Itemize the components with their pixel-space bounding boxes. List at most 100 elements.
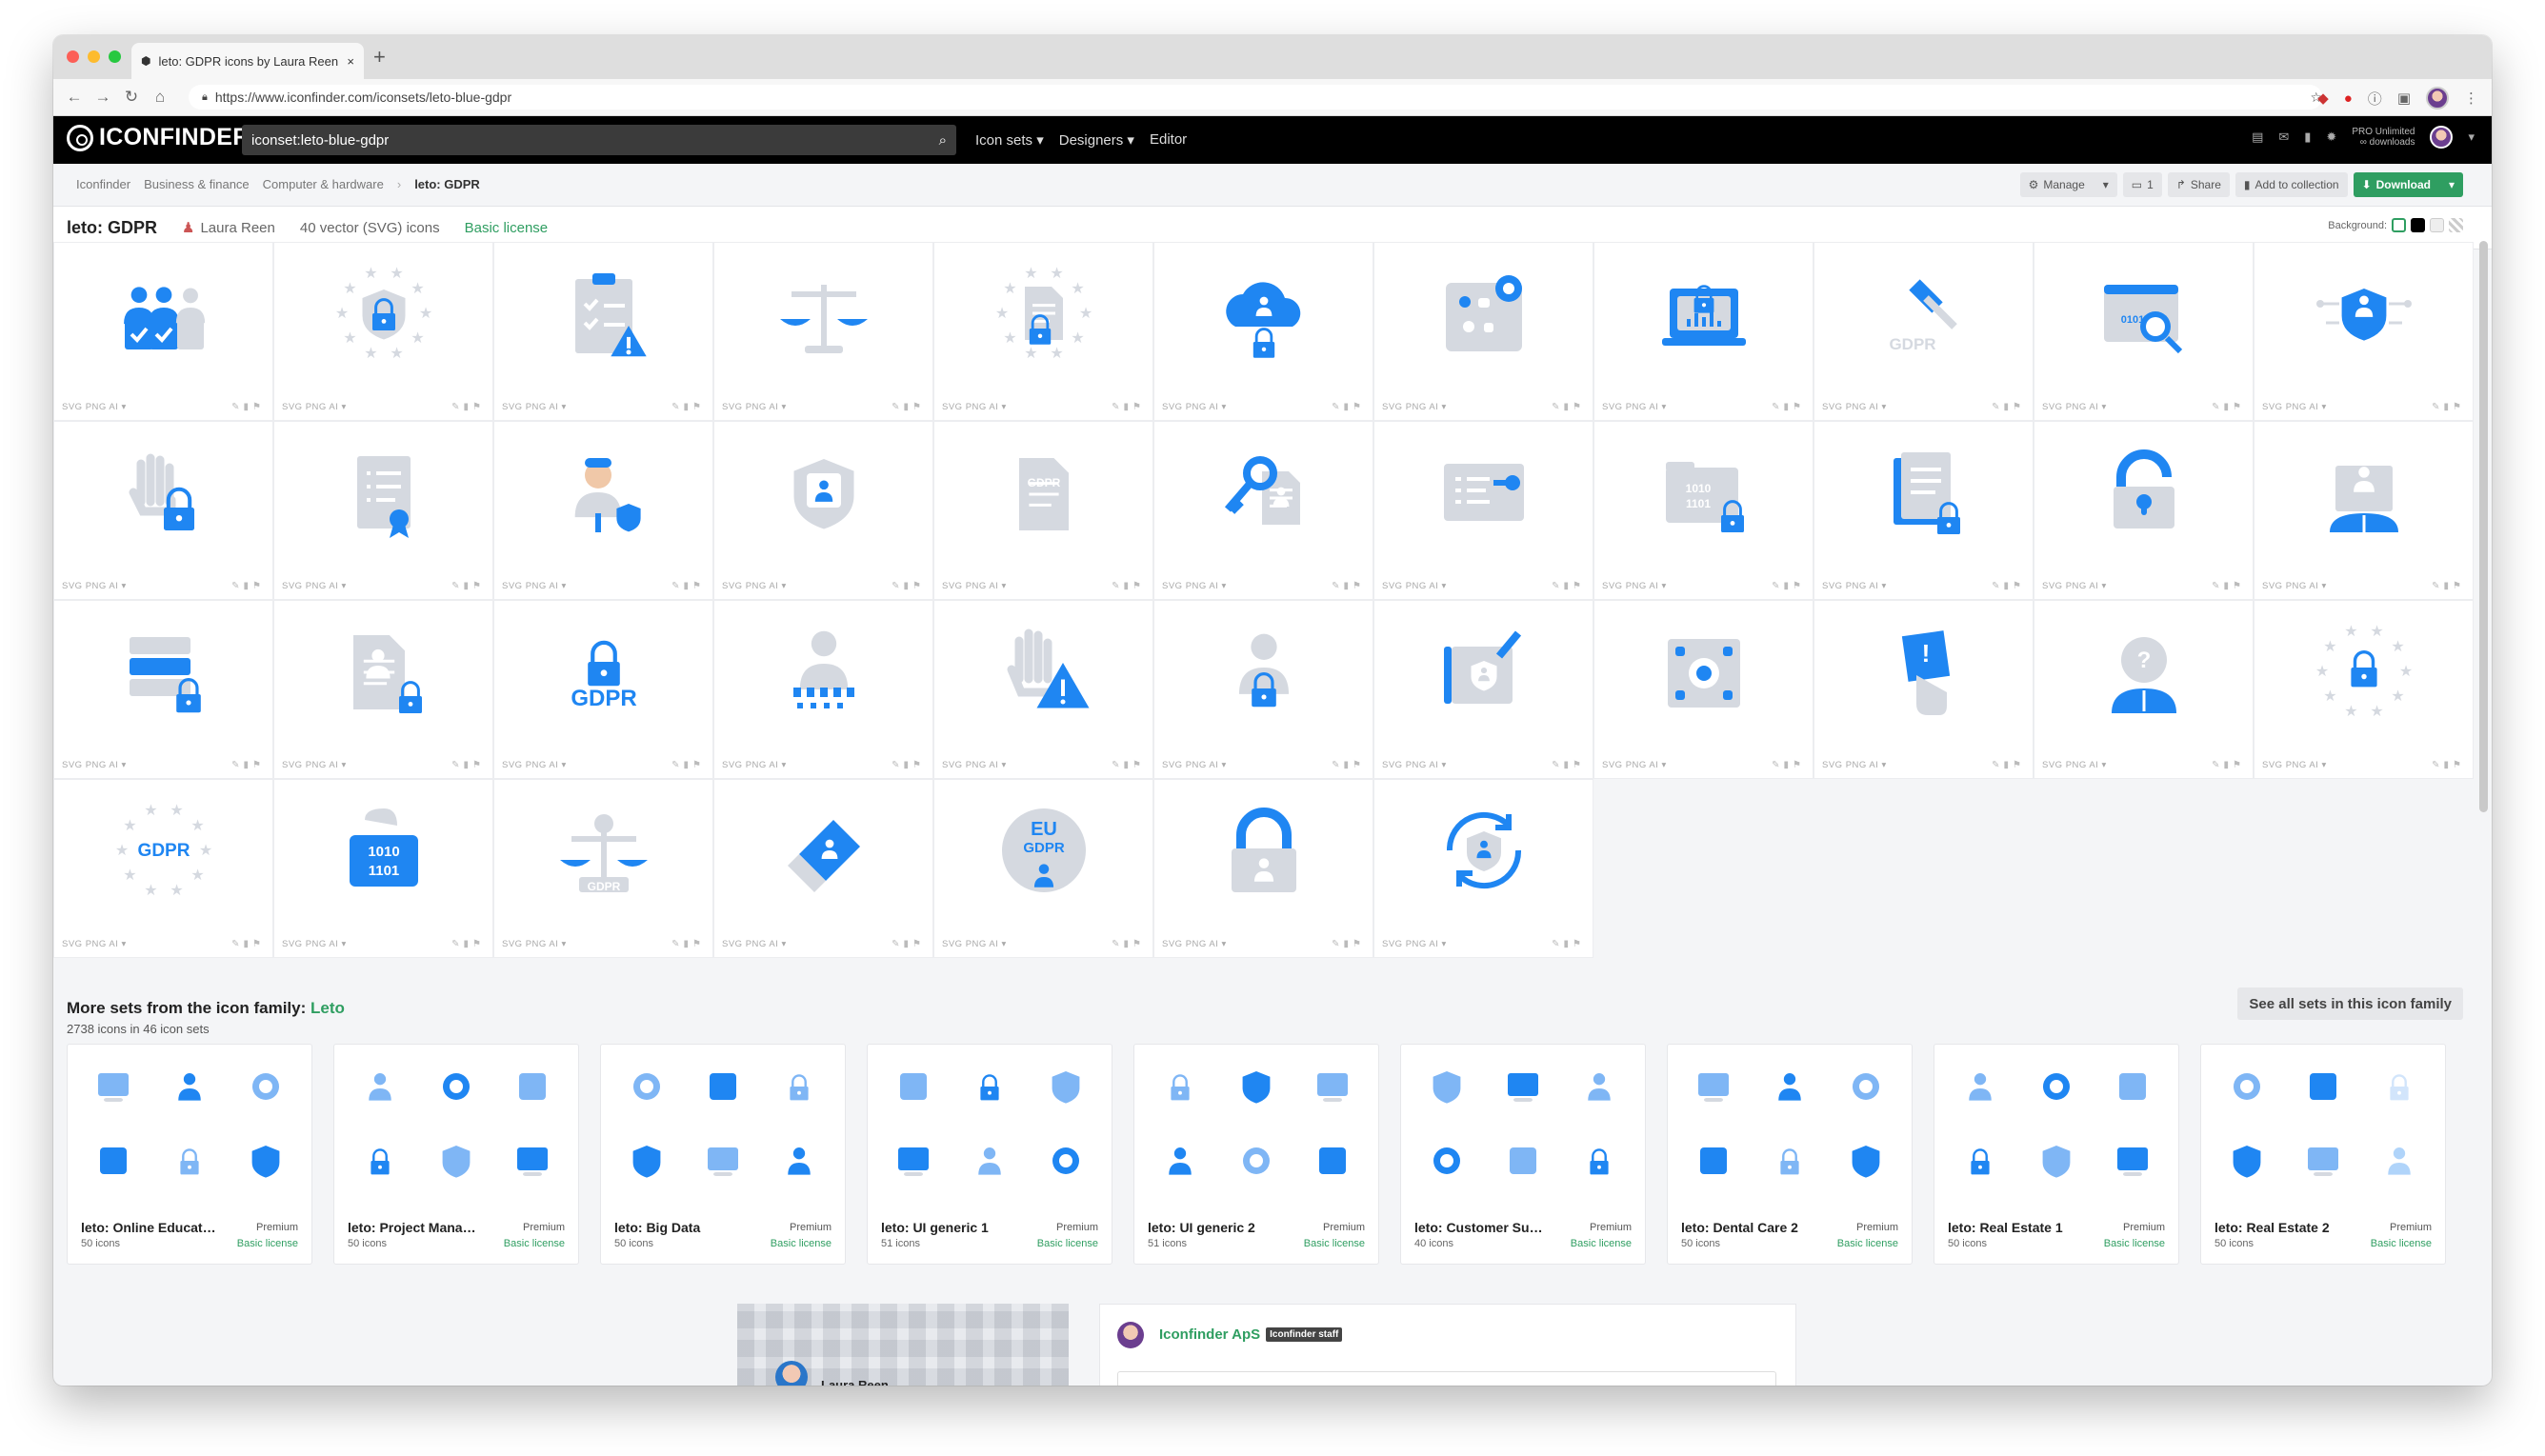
- family-card[interactable]: leto: Online Educat… Premium 50 icons Basic…: [67, 1044, 312, 1265]
- bookmark-icon[interactable]: ▮: [464, 581, 473, 591]
- icon-cell[interactable]: SVG PNG AI ▾ ✎▮⚑: [1814, 421, 2034, 600]
- format-options[interactable]: SVG PNG AI ▾: [722, 581, 787, 591]
- family-link[interactable]: Leto: [311, 999, 345, 1017]
- icon-tools[interactable]: ✎▮⚑: [671, 760, 705, 770]
- flag-icon[interactable]: ⚑: [2233, 760, 2245, 770]
- folder-binary-lock-icon[interactable]: 1010 1101: [1651, 439, 1757, 546]
- bg-swatch-transparent[interactable]: [2449, 218, 2463, 232]
- icon-tools[interactable]: ✎▮⚑: [671, 581, 705, 591]
- manage-button[interactable]: ⚙ Manage ▾: [2019, 172, 2117, 197]
- icon-tools[interactable]: ✎▮⚑: [1552, 939, 1585, 949]
- icon-tools[interactable]: ✎▮⚑: [231, 402, 265, 412]
- format-options[interactable]: SVG PNG AI ▾: [62, 402, 127, 412]
- format-options[interactable]: SVG PNG AI ▾: [942, 581, 1007, 591]
- icon-tools[interactable]: ✎▮⚑: [1332, 581, 1365, 591]
- flag-icon[interactable]: ⚑: [1573, 760, 1585, 770]
- family-card[interactable]: leto: Customer Su… Premium 40 icons Basic l…: [1400, 1044, 1646, 1265]
- scales-icon[interactable]: [771, 260, 877, 367]
- edit-icon[interactable]: ✎: [892, 581, 903, 591]
- family-card[interactable]: leto: Real Estate 2 Premium 50 icons Basic …: [2200, 1044, 2446, 1265]
- icon-cell[interactable]: SVG PNG AI ▾ ✎▮⚑: [713, 600, 933, 779]
- icon-cell[interactable]: SVG PNG AI ▾ ✎▮⚑: [1153, 421, 1373, 600]
- gdpr-gavel-icon[interactable]: GDPR: [1871, 260, 1977, 367]
- flag-icon[interactable]: ⚑: [1793, 402, 1805, 412]
- bookmark-icon[interactable]: ▮: [2004, 581, 2014, 591]
- icon-cell[interactable]: SVG PNG AI ▾ ✎▮⚑: [493, 421, 713, 600]
- eu-stars-lock-icon[interactable]: ★ ★ ★ ★ ★ ★ ★ ★ ★ ★: [331, 260, 437, 367]
- icon-tools[interactable]: ✎▮⚑: [231, 939, 265, 949]
- bookmark-icon[interactable]: ▮: [2224, 760, 2234, 770]
- bookmark-icon[interactable]: ▮: [1124, 402, 1133, 412]
- eye-data-grid-icon[interactable]: [1431, 260, 1537, 367]
- flag-icon[interactable]: ⚑: [2453, 581, 2465, 591]
- laptop-lock-icon[interactable]: [1651, 260, 1757, 367]
- businessman-icon[interactable]: [2311, 439, 2417, 546]
- format-options[interactable]: SVG PNG AI ▾: [722, 402, 787, 412]
- certificate-icon[interactable]: [331, 439, 437, 546]
- flag-icon[interactable]: ⚑: [2013, 581, 2025, 591]
- bookmark-icon[interactable]: ▮: [2224, 581, 2234, 591]
- icon-tools[interactable]: ✎▮⚑: [1992, 581, 2025, 591]
- edit-icon[interactable]: ✎: [671, 402, 683, 412]
- gdpr-stars-icon[interactable]: ★★★★★★★★ ★★GDPR: [110, 797, 217, 904]
- format-options[interactable]: SVG PNG AI ▾: [2042, 581, 2107, 591]
- family-card[interactable]: leto: UI generic 2 Premium 51 icons Basic l…: [1133, 1044, 1379, 1265]
- flag-icon[interactable]: ⚑: [692, 402, 705, 412]
- question-user-icon[interactable]: ?: [2091, 618, 2197, 725]
- set-license[interactable]: Basic license: [2371, 1238, 2432, 1249]
- format-options[interactable]: SVG PNG AI ▾: [1382, 760, 1447, 770]
- bookmark-icon[interactable]: ▮: [1564, 402, 1573, 412]
- flag-icon[interactable]: ⚑: [472, 760, 485, 770]
- nav-editor[interactable]: Editor: [1150, 131, 1187, 149]
- bg-swatch-light[interactable]: [2430, 218, 2444, 232]
- edit-icon[interactable]: ✎: [892, 402, 903, 412]
- set-license[interactable]: Basic license: [504, 1238, 565, 1249]
- key-user-icon[interactable]: [1211, 439, 1317, 546]
- family-card[interactable]: leto: UI generic 1 Premium 51 icons Basic l…: [867, 1044, 1112, 1265]
- edit-icon[interactable]: ✎: [231, 939, 243, 949]
- edit-icon[interactable]: ✎: [1772, 760, 1783, 770]
- zoom-window-button[interactable]: [109, 50, 121, 63]
- gdpr-scales-icon[interactable]: GDPR: [551, 797, 657, 904]
- flag-icon[interactable]: ⚑: [1353, 760, 1365, 770]
- info-icon[interactable]: ⓘ: [2368, 89, 2382, 109]
- eraser-card-icon[interactable]: [771, 797, 877, 904]
- bookmark-icon[interactable]: ▮: [904, 581, 913, 591]
- flag-icon[interactable]: ⚑: [252, 402, 265, 412]
- icon-tools[interactable]: ✎▮⚑: [1552, 402, 1585, 412]
- format-options[interactable]: SVG PNG AI ▾: [942, 760, 1007, 770]
- set-license[interactable]: Basic license: [237, 1238, 298, 1249]
- shield-network-icon[interactable]: [2311, 260, 2417, 367]
- format-options[interactable]: SVG PNG AI ▾: [2262, 760, 2327, 770]
- download-button[interactable]: ⬇ Download ▾: [2353, 172, 2463, 197]
- icon-cell[interactable]: ★ ★ ★ ★ ★ ★ ★ ★ ★ ★ SVG PNG AI ▾ ✎▮⚑: [2254, 600, 2474, 779]
- flag-icon[interactable]: ⚑: [2013, 760, 2025, 770]
- flag-icon[interactable]: ⚑: [912, 402, 925, 412]
- format-options[interactable]: SVG PNG AI ▾: [62, 939, 127, 949]
- set-license[interactable]: Basic license: [771, 1238, 832, 1249]
- format-options[interactable]: SVG PNG AI ▾: [1162, 402, 1227, 412]
- icon-tools[interactable]: ✎▮⚑: [2212, 581, 2245, 591]
- new-tab-button[interactable]: +: [373, 45, 386, 70]
- settings-icon[interactable]: ✹: [2326, 130, 2336, 145]
- bookmark-icon[interactable]: ▮: [684, 939, 693, 949]
- reload-icon[interactable]: ↻: [118, 88, 145, 107]
- chrome-menu-icon[interactable]: ⋮: [2464, 90, 2478, 107]
- icon-tools[interactable]: ✎▮⚑: [2432, 402, 2465, 412]
- icon-cell[interactable]: SVG PNG AI ▾ ✎▮⚑: [713, 242, 933, 421]
- people-check-icon[interactable]: [110, 260, 217, 367]
- icon-tools[interactable]: ✎▮⚑: [892, 402, 925, 412]
- icon-tools[interactable]: ✎▮⚑: [2212, 760, 2245, 770]
- icon-tools[interactable]: ✎▮⚑: [1112, 581, 1145, 591]
- bookmark-icon[interactable]: ▮: [1344, 939, 1353, 949]
- edit-icon[interactable]: ✎: [451, 581, 463, 591]
- format-options[interactable]: SVG PNG AI ▾: [722, 939, 787, 949]
- format-options[interactable]: SVG PNG AI ▾: [942, 939, 1007, 949]
- bookmark-icon[interactable]: ▮: [904, 939, 913, 949]
- hand-card-alert-icon[interactable]: !: [1871, 618, 1977, 725]
- icon-cell[interactable]: SVG PNG AI ▾ ✎▮⚑: [1593, 600, 1814, 779]
- flag-icon[interactable]: ⚑: [252, 581, 265, 591]
- close-window-button[interactable]: [67, 50, 79, 63]
- user-lock-icon[interactable]: [1211, 618, 1317, 725]
- icon-tools[interactable]: ✎▮⚑: [1112, 402, 1145, 412]
